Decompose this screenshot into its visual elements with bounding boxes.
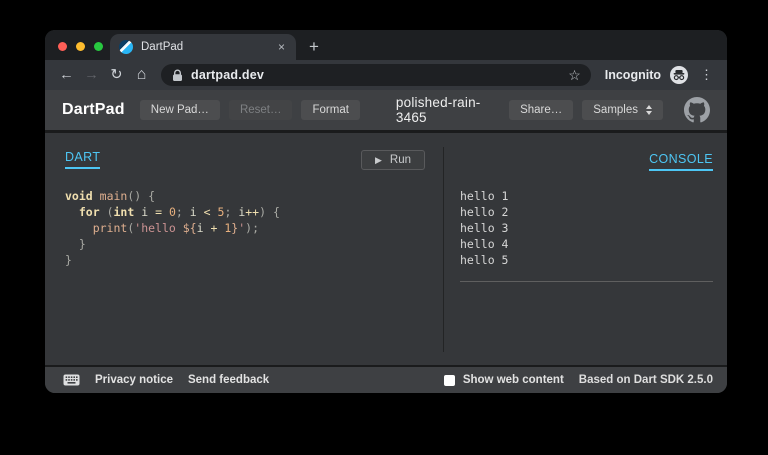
tab-console[interactable]: CONSOLE [649,152,713,171]
keyboard-icon [63,374,80,386]
bookmark-star-icon[interactable]: ☆ [563,67,586,84]
main-content: DART ▶ Run void main() { for (int i = 0;… [45,133,727,365]
tab-strip: DartPad × + [45,30,727,60]
console-panel-header: CONSOLE [460,150,713,174]
run-button[interactable]: ▶ Run [361,150,425,170]
run-label: Run [390,154,411,166]
lock-icon [172,69,183,82]
github-link[interactable] [684,97,710,123]
console-line: hello 2 [460,204,713,220]
url-text[interactable]: dartpad.dev [191,68,264,82]
code-line: for (int i = 0; i < 5; i++) { [65,204,425,220]
show-web-content-label[interactable]: Show web content [463,374,564,386]
editor-panel: DART ▶ Run void main() { for (int i = 0;… [45,133,443,365]
code-line: print('hello ${i + 1}'); [65,220,425,236]
format-button[interactable]: Format [301,100,359,120]
new-pad-button[interactable]: New Pad… [140,100,220,120]
tab-dart[interactable]: DART [65,150,100,169]
show-web-content-checkbox[interactable] [444,375,455,386]
privacy-notice-link[interactable]: Privacy notice [95,374,173,386]
address-bar[interactable]: dartpad.dev ☆ [161,64,591,86]
reload-icon[interactable]: ↻ [104,60,129,90]
console-divider [460,281,713,282]
code-editor[interactable]: void main() { for (int i = 0; i < 5; i++… [65,188,425,268]
share-button[interactable]: Share… [509,100,573,120]
dropdown-arrows-icon [646,105,652,115]
console-output: hello 1hello 2hello 3hello 4hello 5 [460,188,713,268]
close-window-button[interactable] [58,42,67,51]
code-line: void main() { [65,188,425,204]
minimize-window-button[interactable] [76,42,85,51]
console-line: hello 4 [460,236,713,252]
samples-label: Samples [593,104,638,116]
maximize-window-button[interactable] [94,42,103,51]
incognito-label: Incognito [605,68,661,82]
tab-title: DartPad [141,41,268,53]
pane-divider[interactable] [443,147,444,352]
browser-toolbar: ← → ↻ ⌂ dartpad.dev ☆ Incognito ⋮ [45,60,727,90]
console-panel: CONSOLE hello 1hello 2hello 3hello 4hell… [443,133,727,365]
browser-window: DartPad × + ← → ↻ ⌂ dartpad.dev ☆ Incogn… [45,30,727,393]
footer: Privacy notice Send feedback Show web co… [45,365,727,393]
console-line: hello 3 [460,220,713,236]
console-line: hello 1 [460,188,713,204]
code-line: } [65,236,425,252]
send-feedback-link[interactable]: Send feedback [188,374,269,386]
new-tab-button[interactable]: + [309,34,319,60]
incognito-icon [670,66,688,84]
samples-dropdown[interactable]: Samples [582,100,663,120]
github-icon [684,97,710,123]
browser-tab-dartpad[interactable]: DartPad × [110,34,296,60]
reset-button: Reset… [229,100,293,120]
browser-menu-icon[interactable]: ⋮ [695,67,718,83]
pad-name: polished-rain-3465 [396,95,509,125]
close-tab-icon[interactable]: × [276,40,287,54]
forward-icon: → [79,60,104,90]
editor-panel-header: DART ▶ Run [65,150,425,174]
sdk-version-label: Based on Dart SDK 2.5.0 [579,374,713,386]
dartpad-favicon-icon [119,40,133,54]
home-icon[interactable]: ⌂ [129,60,154,90]
dartpad-header: DartPad New Pad… Reset… Format polished-… [45,90,727,133]
back-icon[interactable]: ← [54,60,79,90]
window-controls [58,42,103,51]
play-icon: ▶ [375,155,382,166]
code-line: } [65,252,425,268]
dartpad-logo: DartPad [62,101,125,119]
console-line: hello 5 [460,252,713,268]
